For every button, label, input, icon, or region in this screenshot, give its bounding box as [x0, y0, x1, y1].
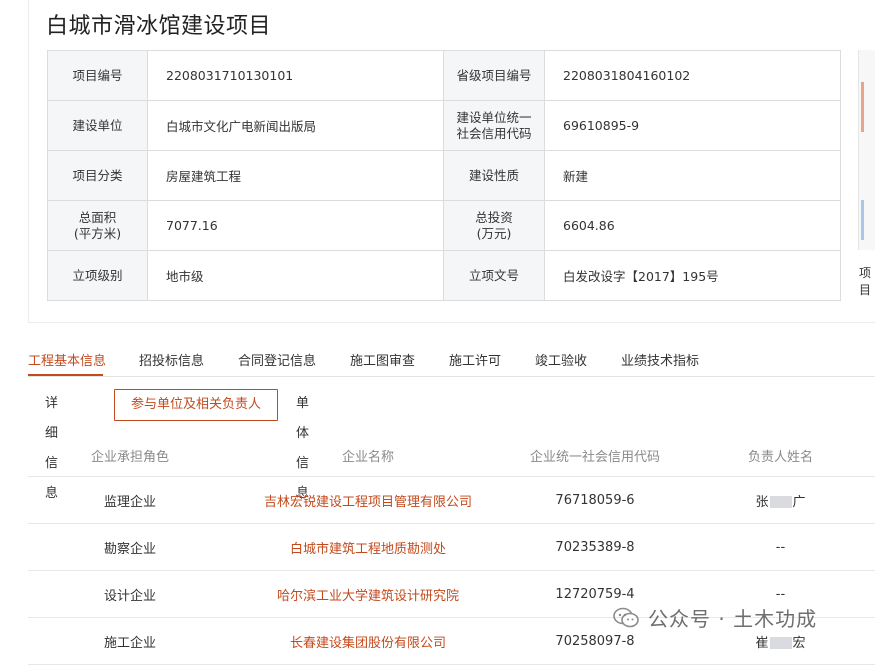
info-value: 白城市文化广电新闻出版局 — [147, 100, 444, 151]
wechat-icon — [613, 607, 639, 627]
info-label-line: 社会信用代码 — [456, 125, 532, 141]
info-label-line: 总面积 — [78, 209, 117, 225]
subtab-participants[interactable]: 参与单位及相关负责人 — [114, 389, 278, 421]
role-cell: 勘察企业 — [28, 523, 232, 571]
role-cell: 施工企业 — [28, 617, 232, 665]
table-row: 监理企业 吉林宏锐建设工程项目管理有限公司 76718059-6 张广 — [28, 476, 875, 524]
info-label-line: (万元) — [476, 225, 512, 241]
side-panel-label: 项目 — [859, 266, 872, 297]
info-value: 7077.16 — [147, 200, 444, 251]
tab-drawing-review[interactable]: 施工图审查 — [350, 350, 415, 369]
company-link[interactable]: 吉林宏锐建设工程项目管理有限公司 — [232, 476, 504, 524]
map-road-mark — [861, 82, 864, 132]
credit-code-cell: 76718059-6 — [504, 476, 686, 524]
info-label-line: 建设单位统一 — [456, 109, 532, 125]
info-label-line: 总投资 — [475, 209, 513, 225]
info-value: 房屋建筑工程 — [147, 150, 444, 201]
company-link[interactable]: 哈尔滨工业大学建筑设计研究院 — [232, 570, 504, 618]
active-tab-indicator — [28, 374, 103, 376]
page-title: 白城市滑冰馆建设项目 — [46, 14, 272, 39]
info-value: 新建 — [544, 150, 841, 201]
project-info-table: 项目编号 2208031710130101 省级项目编号 22080318041… — [47, 50, 841, 301]
info-row: 总面积 (平方米) 7077.16 总投资 (万元) 6604.86 — [47, 200, 841, 251]
info-label: 建设性质 — [443, 150, 545, 201]
info-label: 立项文号 — [443, 250, 545, 301]
info-value: 6604.86 — [544, 200, 841, 251]
subtab-details[interactable]: 详细信息 — [45, 389, 58, 501]
table-header-row: 企业承担角色 企业名称 企业统一社会信用代码 负责人姓名 — [28, 434, 875, 477]
person-cell: -- — [686, 523, 875, 571]
main-tabs: 工程基本信息 招投标信息 合同登记信息 施工图审查 施工许可 竣工验收 业绩技术… — [28, 340, 875, 377]
map-road-mark — [861, 200, 864, 240]
person-name-part: 宏 — [792, 635, 806, 651]
tab-bidding[interactable]: 招投标信息 — [139, 350, 204, 369]
tab-completion[interactable]: 竣工验收 — [535, 350, 587, 369]
info-label: 总面积 (平方米) — [47, 200, 148, 251]
info-label: 项目编号 — [47, 50, 148, 101]
info-value: 2208031804160102 — [544, 50, 841, 101]
masked-name — [769, 637, 792, 649]
info-value: 69610895-9 — [544, 100, 841, 151]
column-header: 负责人姓名 — [686, 434, 875, 477]
person-name-part: 广 — [792, 494, 806, 510]
info-label: 项目分类 — [47, 150, 148, 201]
watermark-text: 公众号 · 土木功成 — [648, 607, 818, 631]
info-value: 白发改设字【2017】195号 — [544, 250, 841, 301]
info-value: 地市级 — [147, 250, 444, 301]
column-header: 企业承担角色 — [28, 434, 232, 477]
person-cell: 张广 — [686, 476, 875, 524]
column-header: 企业统一社会信用代码 — [504, 434, 686, 477]
info-label: 总投资 (万元) — [443, 200, 545, 251]
info-row: 建设单位 白城市文化广电新闻出版局 建设单位统一 社会信用代码 69610895… — [47, 100, 841, 151]
role-cell: 监理企业 — [28, 476, 232, 524]
info-label: 建设单位 — [47, 100, 148, 151]
table-row: 勘察企业 白城市建筑工程地质勘测处 70235389-8 -- — [28, 523, 875, 571]
role-cell: 设计企业 — [28, 570, 232, 618]
info-value: 2208031710130101 — [147, 50, 444, 101]
credit-code-cell: 70235389-8 — [504, 523, 686, 571]
info-label: 建设单位统一 社会信用代码 — [443, 100, 545, 151]
tab-contract[interactable]: 合同登记信息 — [238, 350, 316, 369]
tab-performance[interactable]: 业绩技术指标 — [621, 350, 699, 369]
tab-basic-info[interactable]: 工程基本信息 — [28, 350, 106, 369]
column-header: 企业名称 — [232, 434, 504, 477]
subtab-units[interactable]: 单体信息 — [296, 389, 309, 501]
person-name-part: 崔 — [755, 635, 769, 651]
info-label: 立项级别 — [47, 250, 148, 301]
info-label-line: (平方米) — [73, 225, 122, 241]
info-row: 立项级别 地市级 立项文号 白发改设字【2017】195号 — [47, 250, 841, 301]
tab-construction-permit[interactable]: 施工许可 — [449, 350, 501, 369]
company-link[interactable]: 白城市建筑工程地质勘测处 — [232, 523, 504, 571]
masked-name — [769, 496, 792, 508]
info-row: 项目分类 房屋建筑工程 建设性质 新建 — [47, 150, 841, 201]
info-row: 项目编号 2208031710130101 省级项目编号 22080318041… — [47, 50, 841, 101]
info-label: 省级项目编号 — [443, 50, 545, 101]
watermark: 公众号 · 土木功成 — [612, 603, 817, 632]
map-thumbnail[interactable] — [858, 50, 875, 250]
person-name-part: 张 — [755, 494, 769, 510]
company-link[interactable]: 长春建设集团股份有限公司 — [232, 617, 504, 665]
